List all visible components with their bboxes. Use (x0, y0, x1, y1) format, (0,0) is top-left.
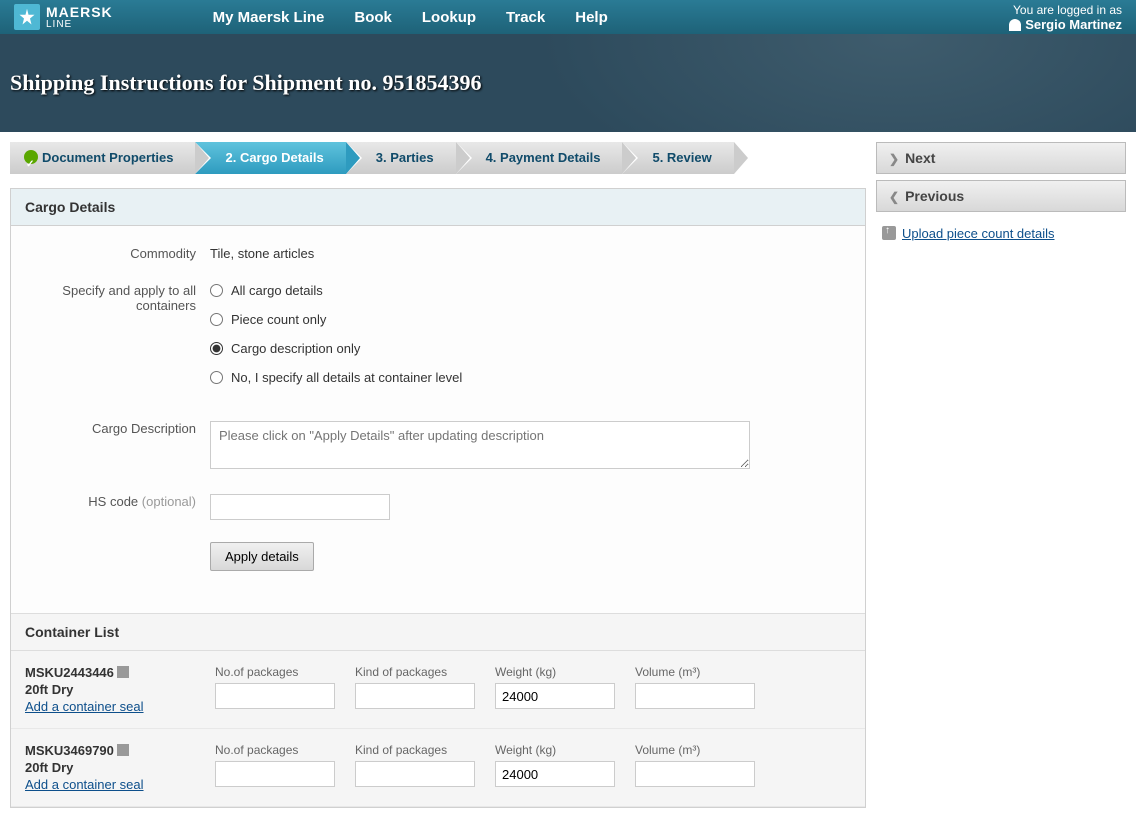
check-icon (24, 150, 38, 164)
radio-all-cargo[interactable] (210, 284, 223, 297)
brand-logo[interactable]: MAERSK LINE (14, 4, 113, 30)
packages-input[interactable] (215, 683, 335, 709)
nav-track[interactable]: Track (506, 9, 545, 26)
wizard-steps: Document Properties 2. Cargo Details 3. … (10, 142, 866, 174)
cargo-description-textarea[interactable] (210, 421, 750, 469)
add-seal-link[interactable]: Add a container seal (25, 699, 144, 714)
upload-icon (882, 226, 896, 240)
wizard-step-cargo-details[interactable]: 2. Cargo Details (195, 142, 345, 174)
commodity-value: Tile, stone articles (210, 246, 851, 261)
col-volume-label: Volume (m³) (635, 665, 755, 679)
weight-input[interactable] (495, 683, 615, 709)
specify-label: Specify and apply to all containers (25, 283, 210, 399)
wizard-step-review[interactable]: 5. Review (622, 142, 733, 174)
container-list-header: Container List (11, 613, 865, 651)
container-row: MSKU3469790 20ft Dry Add a container sea… (11, 729, 865, 807)
nav-my-maersk[interactable]: My Maersk Line (213, 9, 325, 26)
col-packages-label: No.of packages (215, 743, 335, 757)
container-type: 20ft Dry (25, 760, 195, 775)
brand-name: MAERSK (46, 5, 113, 19)
col-weight-label: Weight (kg) (495, 665, 615, 679)
col-kind-label: Kind of packages (355, 743, 475, 757)
chevron-right-icon: ❯ (889, 152, 899, 166)
page-title: Shipping Instructions for Shipment no. 9… (10, 70, 482, 96)
edit-icon[interactable] (117, 666, 129, 678)
container-number: MSKU2443446 (25, 665, 195, 680)
cargo-details-panel: Cargo Details Commodity Tile, stone arti… (10, 188, 866, 808)
radio-container-level[interactable] (210, 371, 223, 384)
container-number: MSKU3469790 (25, 743, 195, 758)
page-hero: Shipping Instructions for Shipment no. 9… (0, 34, 1136, 132)
volume-input[interactable] (635, 683, 755, 709)
upload-piece-count-link[interactable]: Upload piece count details (902, 226, 1055, 241)
nav-lookup[interactable]: Lookup (422, 9, 476, 26)
edit-icon[interactable] (117, 744, 129, 756)
col-kind-label: Kind of packages (355, 665, 475, 679)
brand-subname: LINE (46, 19, 113, 30)
kind-input[interactable] (355, 683, 475, 709)
kind-input[interactable] (355, 761, 475, 787)
hs-code-input[interactable] (210, 494, 390, 520)
previous-button[interactable]: ❮Previous (876, 180, 1126, 212)
cargo-desc-label: Cargo Description (25, 421, 210, 472)
weight-input[interactable] (495, 761, 615, 787)
col-packages-label: No.of packages (215, 665, 335, 679)
user-name-link[interactable]: Sergio Martinez (1009, 17, 1122, 32)
hs-code-label: HS code (optional) (25, 494, 210, 520)
logged-in-label: You are logged in as (1009, 3, 1122, 17)
chevron-left-icon: ❮ (889, 190, 899, 204)
nav-help[interactable]: Help (575, 9, 608, 26)
apply-details-button[interactable]: Apply details (210, 542, 314, 571)
wizard-step-parties[interactable]: 3. Parties (346, 142, 456, 174)
container-type: 20ft Dry (25, 682, 195, 697)
next-button[interactable]: ❯Next (876, 142, 1126, 174)
wizard-step-document-properties[interactable]: Document Properties (10, 142, 195, 174)
add-seal-link[interactable]: Add a container seal (25, 777, 144, 792)
login-info: You are logged in as Sergio Martinez (1009, 3, 1122, 32)
packages-input[interactable] (215, 761, 335, 787)
col-weight-label: Weight (kg) (495, 743, 615, 757)
container-row: MSKU2443446 20ft Dry Add a container sea… (11, 651, 865, 729)
upload-row: Upload piece count details (876, 218, 1126, 249)
volume-input[interactable] (635, 761, 755, 787)
maersk-star-icon (14, 4, 40, 30)
commodity-label: Commodity (25, 246, 210, 261)
top-navbar: MAERSK LINE My Maersk Line Book Lookup T… (0, 0, 1136, 34)
main-nav: My Maersk Line Book Lookup Track Help (213, 9, 608, 26)
user-icon (1009, 19, 1021, 31)
container-list: MSKU2443446 20ft Dry Add a container sea… (11, 651, 865, 807)
nav-book[interactable]: Book (354, 9, 392, 26)
col-volume-label: Volume (m³) (635, 743, 755, 757)
wizard-step-payment-details[interactable]: 4. Payment Details (456, 142, 623, 174)
panel-header: Cargo Details (11, 189, 865, 226)
radio-piece-count[interactable] (210, 313, 223, 326)
radio-cargo-desc-only[interactable] (210, 342, 223, 355)
